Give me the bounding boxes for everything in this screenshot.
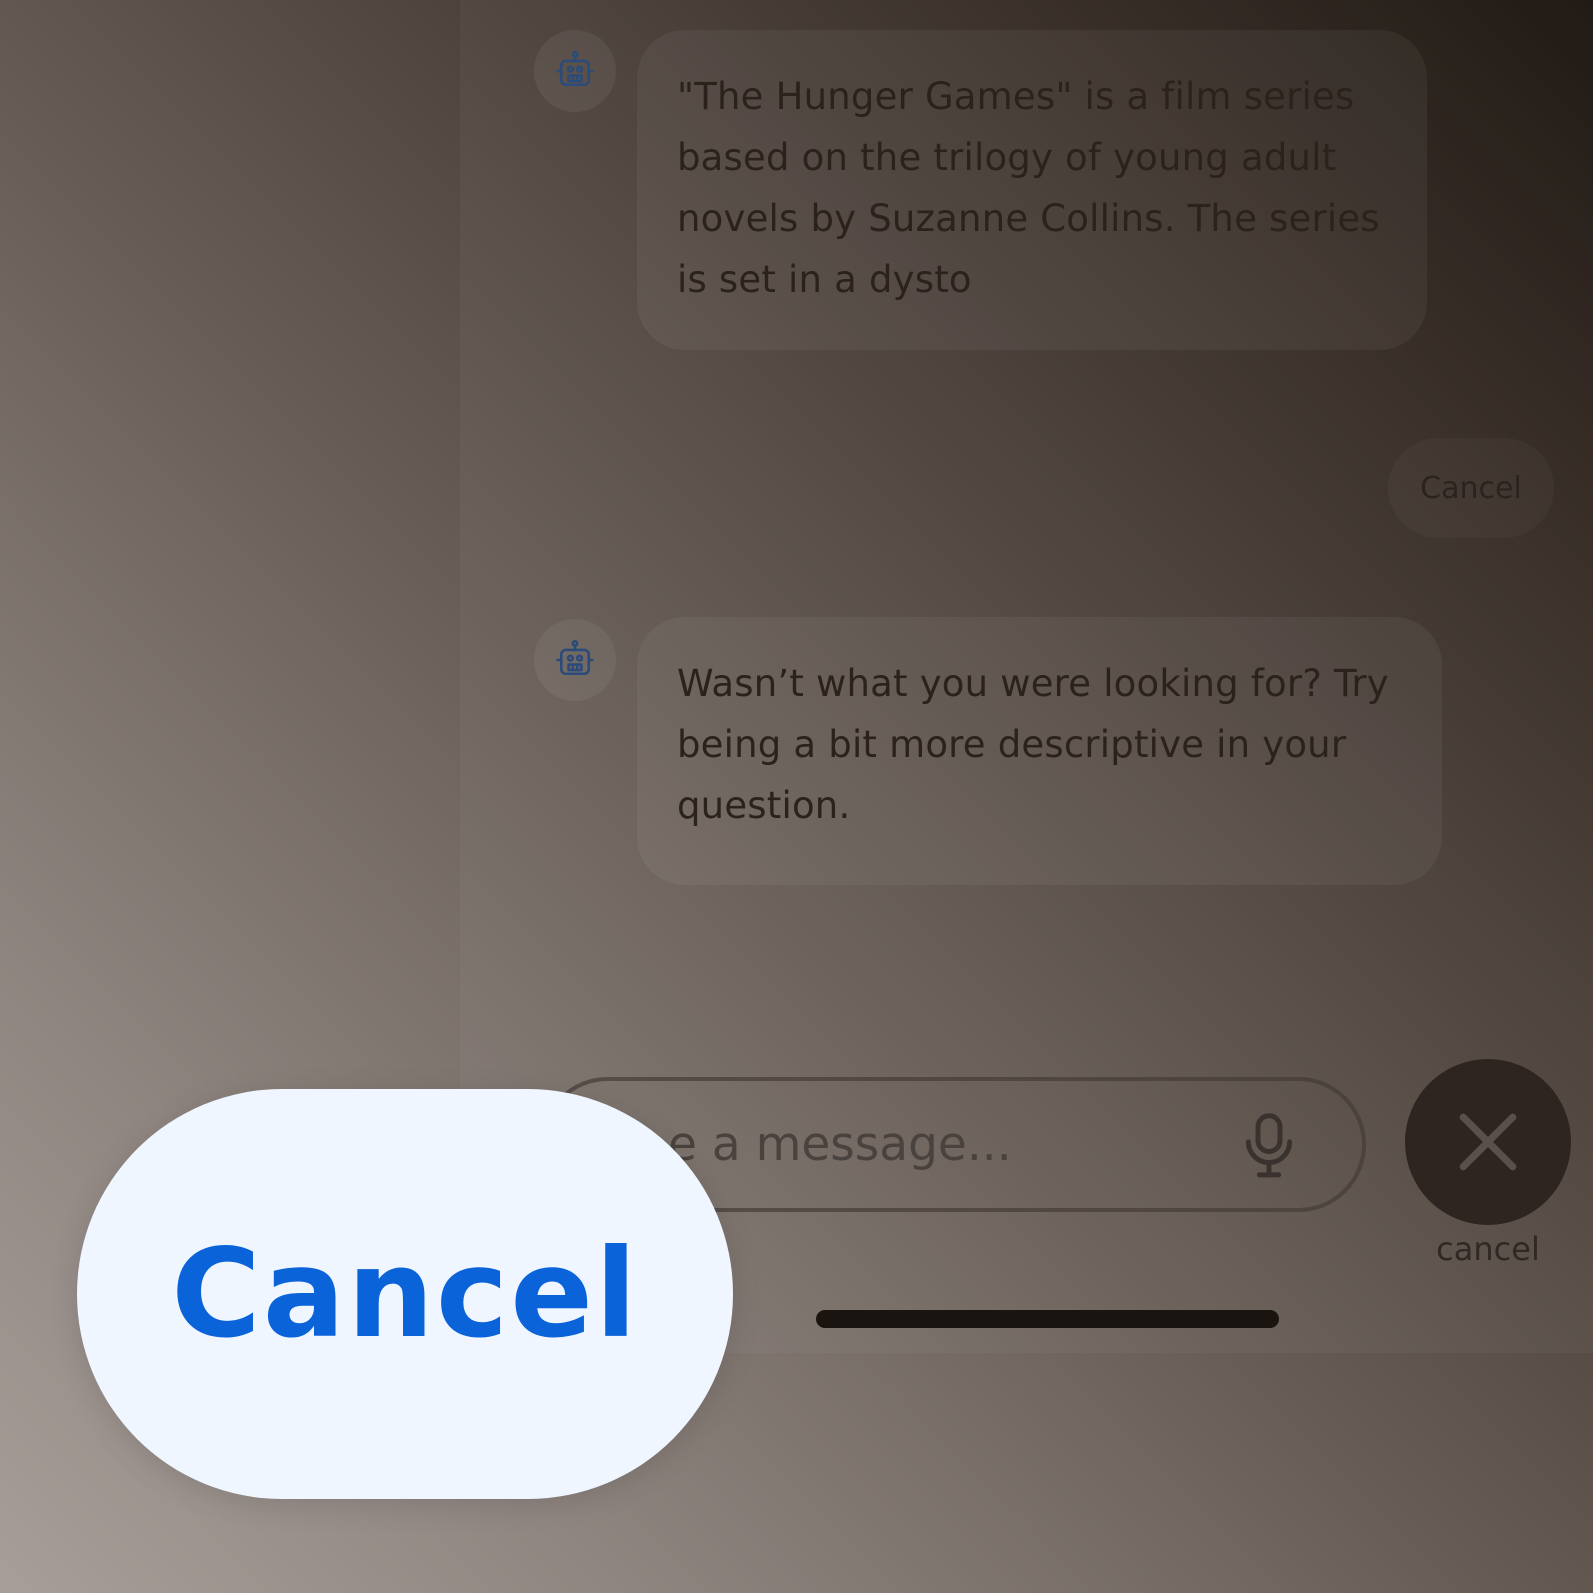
close-icon [1459, 1113, 1517, 1171]
cancel-chip-label: Cancel [1420, 470, 1522, 506]
cancel-round-button[interactable] [1405, 1059, 1571, 1225]
message-text: Wasn’t what you were looking for? Try be… [677, 662, 1389, 827]
cancel-chip-button[interactable]: Cancel [1388, 438, 1554, 538]
bot-avatar [534, 30, 616, 112]
cancel-button-label: Cancel [171, 1223, 639, 1365]
bot-message-bubble: Wasn’t what you were looking for? Try be… [637, 617, 1442, 885]
bot-message-bubble: "The Hunger Games" is a film series base… [637, 30, 1427, 350]
message-text: "The Hunger Games" is a film series base… [677, 75, 1380, 301]
bot-avatar [534, 619, 616, 701]
robot-icon [556, 51, 594, 87]
cancel-button-zoom[interactable]: Cancel [77, 1089, 733, 1499]
cancel-round-label: cancel [1436, 1230, 1540, 1268]
home-indicator[interactable] [816, 1310, 1279, 1328]
microphone-icon [1245, 1113, 1293, 1178]
message-input-placeholder: e a message... [668, 1117, 1012, 1172]
robot-icon [556, 640, 594, 676]
microphone-button[interactable] [1236, 1110, 1302, 1182]
